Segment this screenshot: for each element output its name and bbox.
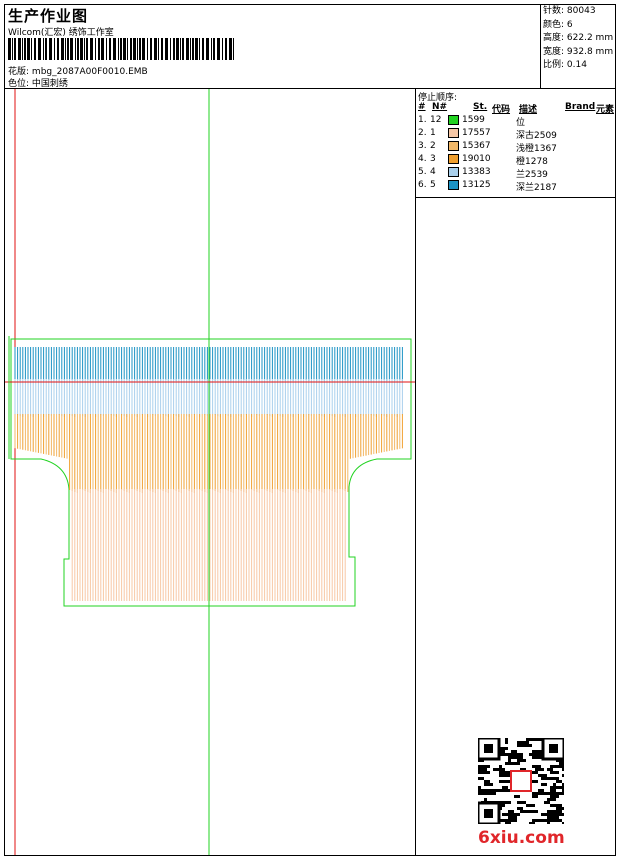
table-row: 1. 12 1599 位 — [418, 115, 614, 128]
row-description: 深古2509 — [516, 131, 557, 141]
row-needle: 4 — [430, 167, 436, 177]
color-swatch — [448, 141, 459, 151]
row-needle: 5 — [430, 180, 436, 190]
row-stitches: 17557 — [462, 128, 491, 138]
table-row: 6. 5 13125 深兰2187 — [418, 180, 614, 193]
color-swatch — [448, 128, 459, 138]
row-index: 1. — [418, 115, 427, 125]
row-description: 位 — [516, 118, 526, 128]
row-stitches: 15367 — [462, 141, 491, 151]
col-code-header: 代码 — [492, 105, 511, 115]
color-position-line: 色位: 中国刺绣 — [8, 76, 68, 89]
row-needle: 1 — [430, 128, 436, 138]
color-position-value: 中国刺绣 — [31, 79, 68, 89]
col-needle-header: N# — [432, 102, 448, 112]
design-specs: 针数: 80043 颜色: 6 高度: 622.2 mm 宽度: 932.8 m… — [541, 5, 615, 89]
row-index: 4. — [418, 154, 427, 164]
row-stitches: 1599 — [462, 115, 485, 125]
embroidery-preview — [5, 89, 415, 855]
company-name: Wilcom(汇宏) 绣饰工作室 — [8, 28, 114, 38]
row-stitches: 19010 — [462, 154, 491, 164]
col-desc-header: 描述 — [519, 105, 538, 115]
table-row: 3. 2 15367 浅橙1367 — [418, 141, 614, 154]
row-index: 5. — [418, 167, 427, 177]
col-element-header: 元素 — [596, 105, 615, 115]
row-description: 深兰2187 — [516, 183, 557, 193]
col-brand-header: Brand — [565, 102, 596, 112]
barcode — [8, 38, 234, 60]
sheet-title: 生产作业图 — [8, 7, 89, 25]
color-swatch — [448, 154, 459, 164]
spec-scale: 比例: 0.14 — [543, 60, 587, 70]
design-outline — [10, 338, 412, 607]
row-needle: 3 — [430, 154, 436, 164]
table-row: 2. 1 17557 深古2509 — [418, 128, 614, 141]
stop-sequence-table: 停止顺序: # N# St. 代码 描述 Brand 元素 1. 12 1599 位 2… — [416, 89, 615, 198]
row-index: 6. — [418, 180, 427, 190]
spec-stitches: 针数: 80043 — [543, 6, 596, 16]
qr-code — [478, 738, 564, 824]
color-position-label: 色位: — [8, 79, 30, 89]
col-stitches-header: St. — [473, 102, 488, 112]
table-row: 5. 4 13383 兰2539 — [418, 167, 614, 180]
row-description: 浅橙1367 — [516, 144, 557, 154]
spec-colors: 颜色: 6 — [543, 19, 573, 30]
table-row: 4. 3 19010 橙1278 — [418, 154, 614, 167]
header-block: 生产作业图 Wilcom(汇宏) 绣饰工作室 花版: mbg_2087A00F0… — [5, 5, 541, 89]
row-description: 兰2539 — [516, 170, 548, 180]
color-swatch — [448, 167, 459, 177]
row-index: 2. — [418, 128, 427, 138]
spec-height: 高度: 622.2 mm — [543, 33, 614, 43]
table-header-row: # N# St. 代码 描述 Brand 元素 — [418, 102, 615, 115]
row-index: 3. — [418, 141, 427, 151]
row-description: 橙1278 — [516, 157, 548, 167]
row-needle: 12 — [430, 115, 442, 125]
row-stitches: 13383 — [462, 167, 491, 177]
production-sheet: 生产作业图 Wilcom(汇宏) 绣饰工作室 花版: mbg_2087A00F0… — [4, 4, 616, 856]
color-swatch — [448, 180, 459, 190]
color-swatch — [448, 115, 459, 125]
col-index-header: # — [418, 102, 426, 112]
watermark: 6xiu.com — [478, 828, 565, 848]
row-stitches: 13125 — [462, 180, 491, 190]
spec-width: 宽度: 932.8 mm — [543, 46, 614, 57]
row-needle: 2 — [430, 141, 436, 151]
